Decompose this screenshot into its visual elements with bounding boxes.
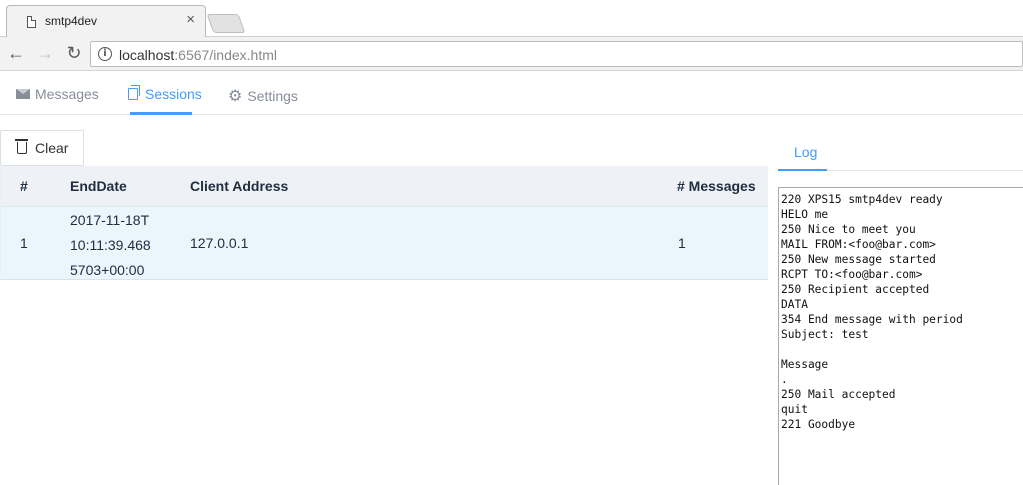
url-host: localhost — [119, 47, 175, 63]
log-line: 250 Recipient accepted — [781, 283, 930, 296]
back-icon[interactable]: ← — [4, 41, 28, 65]
log-line: 250 Nice to meet you — [781, 223, 916, 236]
envelope-icon — [16, 89, 30, 99]
log-line: 354 End message with period — [781, 313, 963, 326]
sessions-table: # EndDate Client Address # Messages 1 20… — [0, 166, 768, 280]
end-date-line: 10:11:39.468 — [70, 237, 151, 253]
column-header-index[interactable]: # — [20, 178, 28, 194]
url-path: :6567/index.html — [174, 47, 277, 63]
row-client-address: 127.0.0.1 — [190, 235, 249, 251]
address-bar[interactable]: i localhost:6567/index.html — [90, 41, 1023, 67]
tab-settings-label: Settings — [247, 87, 298, 104]
log-line: Subject: test — [781, 328, 869, 341]
table-row[interactable]: 1 2017-11-18T 10:11:39.468 5703+00:00 12… — [1, 207, 768, 280]
log-line: DATA — [781, 298, 808, 311]
clear-button-label: Clear — [35, 140, 69, 156]
info-icon[interactable]: i — [98, 47, 112, 61]
log-line: . — [781, 373, 788, 386]
log-line: HELO me — [781, 208, 829, 221]
tab-sessions[interactable]: Sessions — [128, 85, 202, 102]
end-date-line: 2017-11-18T — [70, 212, 150, 228]
browser-toolbar: ← → ↻ i localhost:6567/index.html — [0, 37, 1023, 71]
tab-messages[interactable]: Messages — [16, 86, 99, 102]
new-tab-button[interactable] — [206, 14, 246, 33]
log-line: Message — [781, 358, 829, 371]
app-nav: Messages Sessions ⚙ Settings — [0, 72, 1023, 115]
log-line: 221 Goodbye — [781, 418, 856, 431]
tab-messages-label: Messages — [35, 86, 99, 102]
column-header-enddate[interactable]: EndDate — [70, 178, 127, 194]
copy-icon — [128, 85, 140, 100]
browser-titlebar: smtp4dev × — [0, 0, 1023, 37]
active-tab-indicator — [130, 112, 192, 115]
browser-tab[interactable]: smtp4dev × — [6, 5, 206, 37]
log-tab-indicator — [778, 169, 827, 171]
gear-icon: ⚙ — [228, 86, 243, 105]
log-line: quit — [781, 403, 808, 416]
trash-icon — [15, 139, 28, 154]
reload-icon[interactable]: ↻ — [62, 41, 86, 65]
tab-settings[interactable]: ⚙ Settings — [228, 86, 298, 105]
forward-icon[interactable]: → — [33, 41, 57, 65]
log-line: 250 New message started — [781, 253, 936, 266]
url-text[interactable]: localhost:6567/index.html — [119, 47, 277, 63]
document-icon — [27, 16, 36, 28]
log-line: RCPT TO:<foo@bar.com> — [781, 268, 923, 281]
row-index: 1 — [20, 235, 28, 251]
log-line: 220 XPS15 smtp4dev ready — [781, 193, 943, 206]
row-messages-count: 1 — [678, 235, 686, 251]
tab-title: smtp4dev — [45, 14, 98, 28]
table-header: # EndDate Client Address # Messages — [1, 166, 768, 207]
log-line: 250 Mail accepted — [781, 388, 896, 401]
clear-button[interactable]: Clear — [0, 130, 84, 166]
log-line: MAIL FROM:<foo@bar.com> — [781, 238, 936, 251]
tab-close-icon[interactable]: × — [186, 11, 195, 28]
end-date-line: 5703+00:00 — [70, 262, 145, 278]
column-header-client-address[interactable]: Client Address — [190, 178, 288, 194]
session-log[interactable]: 220 XPS15 smtp4dev ready HELO me 250 Nic… — [778, 187, 1023, 485]
column-header-messages[interactable]: # Messages — [677, 178, 756, 194]
tab-log[interactable]: Log — [794, 144, 817, 160]
row-end-date: 2017-11-18T 10:11:39.468 5703+00:00 — [70, 208, 151, 283]
tab-sessions-label: Sessions — [145, 86, 202, 102]
